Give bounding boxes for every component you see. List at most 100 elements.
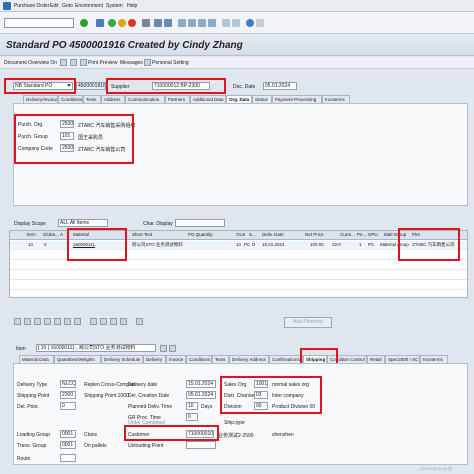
add-planning-button[interactable]: Add Planning — [284, 317, 332, 328]
next-item-icon[interactable] — [169, 345, 176, 352]
col-short-text[interactable]: Short Text — [132, 231, 172, 239]
tab-incoterms[interactable]: Incoterms — [322, 95, 350, 103]
printer-icon[interactable] — [80, 59, 87, 66]
planned-deliv-field[interactable]: 10 — [186, 402, 198, 410]
cell-deliv-date[interactable]: 15.01.2024 — [262, 241, 285, 249]
last-page-icon[interactable] — [208, 19, 216, 27]
col-po-quantity[interactable]: PO Quantity — [188, 231, 224, 239]
tab-spec2000[interactable]: Spec2000 / SC — [385, 355, 420, 363]
menu-edit[interactable]: Edit — [50, 3, 59, 9]
command-field[interactable] — [4, 18, 74, 28]
new-session-icon[interactable] — [222, 19, 230, 27]
tab-delivery-address[interactable]: Delivery Address — [229, 355, 269, 363]
messages-button[interactable]: Messages — [120, 60, 143, 66]
col-opu[interactable]: OPU — [368, 231, 382, 239]
table-row-empty[interactable] — [10, 261, 467, 270]
tab-conditions[interactable]: Conditions — [58, 95, 83, 103]
table-row-empty[interactable] — [10, 271, 467, 280]
back-icon[interactable] — [108, 19, 116, 27]
char-display-select[interactable] — [175, 219, 225, 227]
tab-item-conditions[interactable]: Conditions — [186, 355, 212, 363]
col-oun[interactable]: OUn — [236, 231, 248, 239]
select-all-icon[interactable] — [44, 318, 51, 325]
create-icon[interactable] — [60, 59, 67, 66]
col-net-price[interactable]: Net Price — [305, 231, 333, 239]
col-per[interactable]: Pe... — [357, 231, 367, 239]
services-icon[interactable] — [120, 318, 127, 325]
find-icon[interactable] — [154, 19, 162, 27]
deselect-icon[interactable] — [54, 318, 61, 325]
shipping-point-field[interactable]: 2300 — [60, 391, 76, 399]
cell-quantity[interactable]: 10 — [236, 241, 241, 249]
trans-group-field[interactable]: 0001 — [60, 441, 76, 449]
menu-help[interactable]: Help — [127, 3, 137, 9]
col-item[interactable]: Item — [27, 231, 41, 239]
tab-quantities-weights[interactable]: Quantities/Weights — [54, 355, 101, 363]
tab-confirmations[interactable]: Confirmations — [269, 355, 303, 363]
tab-communication[interactable]: Communication — [125, 95, 165, 103]
menu-goto[interactable]: Goto — [62, 3, 73, 9]
exit-icon[interactable] — [118, 19, 126, 27]
shortcut-icon[interactable] — [232, 19, 240, 27]
delete-icon[interactable] — [34, 318, 41, 325]
route-field[interactable] — [60, 454, 76, 462]
loading-group-field[interactable]: 0001 — [60, 430, 76, 438]
save-icon[interactable] — [96, 19, 104, 27]
tab-item-texts[interactable]: Texts — [212, 355, 229, 363]
print-icon[interactable] — [142, 19, 150, 27]
next-page-icon[interactable] — [198, 19, 206, 27]
tab-payment-processing[interactable]: Payment Processing — [272, 95, 322, 103]
cell-short-text[interactable]: 跨公司STO 业务测试物料 — [132, 241, 188, 249]
tab-org-data[interactable]: Org. Data — [226, 95, 252, 103]
tab-delivery[interactable]: Delivery — [143, 355, 166, 363]
doc-overview-button[interactable]: Document Overview On — [4, 60, 57, 66]
doc-date-field[interactable]: 05.01.2024 — [263, 82, 297, 90]
find-next-icon[interactable] — [164, 19, 172, 27]
tab-invoice[interactable]: Invoice — [166, 355, 186, 363]
sort-icon[interactable] — [64, 318, 71, 325]
filter-icon[interactable] — [74, 318, 81, 325]
col-deliv-date[interactable]: Deliv. Date — [262, 231, 297, 239]
prev-page-icon[interactable] — [188, 19, 196, 27]
col-s[interactable]: S... — [249, 231, 259, 239]
gr-proc-field[interactable]: 0 — [186, 413, 198, 421]
unloading-point-field[interactable] — [186, 441, 216, 449]
display-scope-select[interactable]: ALL All Items — [58, 219, 108, 227]
delivery-type-field[interactable]: NLCC — [60, 380, 76, 388]
menu-environment[interactable]: Environment — [75, 3, 103, 9]
detail-icon[interactable] — [14, 318, 21, 325]
cell-net-price[interactable]: 100.00 — [310, 241, 324, 249]
first-page-icon[interactable] — [178, 19, 186, 27]
tab-delivery-invoice[interactable]: Delivery/Invoice — [23, 95, 58, 103]
tab-retail[interactable]: Retail — [367, 355, 385, 363]
tab-item-incoterms[interactable]: Incoterms — [420, 355, 448, 363]
print-preview-button[interactable]: Print Preview — [88, 60, 117, 66]
col-global[interactable]: Globa... — [43, 231, 59, 239]
tab-status[interactable]: Status — [252, 95, 272, 103]
col-a[interactable]: A — [60, 231, 66, 239]
col-currency[interactable]: Curre... — [340, 231, 356, 239]
del-prior-field[interactable]: 0 — [60, 402, 76, 410]
layout-grid-icon[interactable] — [136, 318, 143, 325]
conditions-icon[interactable] — [110, 318, 117, 325]
item-select[interactable]: [ 10 ] 160000111 , 跨公司STO 业务测试物料 — [36, 344, 156, 352]
personal-setting-button[interactable]: Personal Setting — [152, 60, 189, 66]
sum-icon[interactable] — [90, 318, 97, 325]
settings-icon[interactable] — [144, 59, 151, 66]
table-row-empty[interactable] — [10, 281, 467, 290]
menu-purchase-order[interactable]: Purchase Order — [14, 3, 49, 9]
cancel-icon[interactable] — [128, 19, 136, 27]
deliv-creation-field[interactable]: 05.01.2024 — [186, 391, 216, 399]
tab-delivery-schedule[interactable]: Delivery Schedule — [101, 355, 143, 363]
layout-icon[interactable] — [256, 19, 264, 27]
menu-system[interactable]: System — [106, 3, 123, 9]
tab-texts[interactable]: Texts — [83, 95, 101, 103]
copy-icon[interactable] — [24, 318, 31, 325]
display-change-icon[interactable] — [70, 59, 77, 66]
config-icon[interactable] — [100, 318, 107, 325]
tab-partners[interactable]: Partners — [165, 95, 190, 103]
tab-address[interactable]: Address — [101, 95, 125, 103]
green-check-icon[interactable] — [80, 19, 88, 27]
help-icon[interactable] — [246, 19, 254, 27]
tab-additional-data[interactable]: Additional Data — [190, 95, 226, 103]
